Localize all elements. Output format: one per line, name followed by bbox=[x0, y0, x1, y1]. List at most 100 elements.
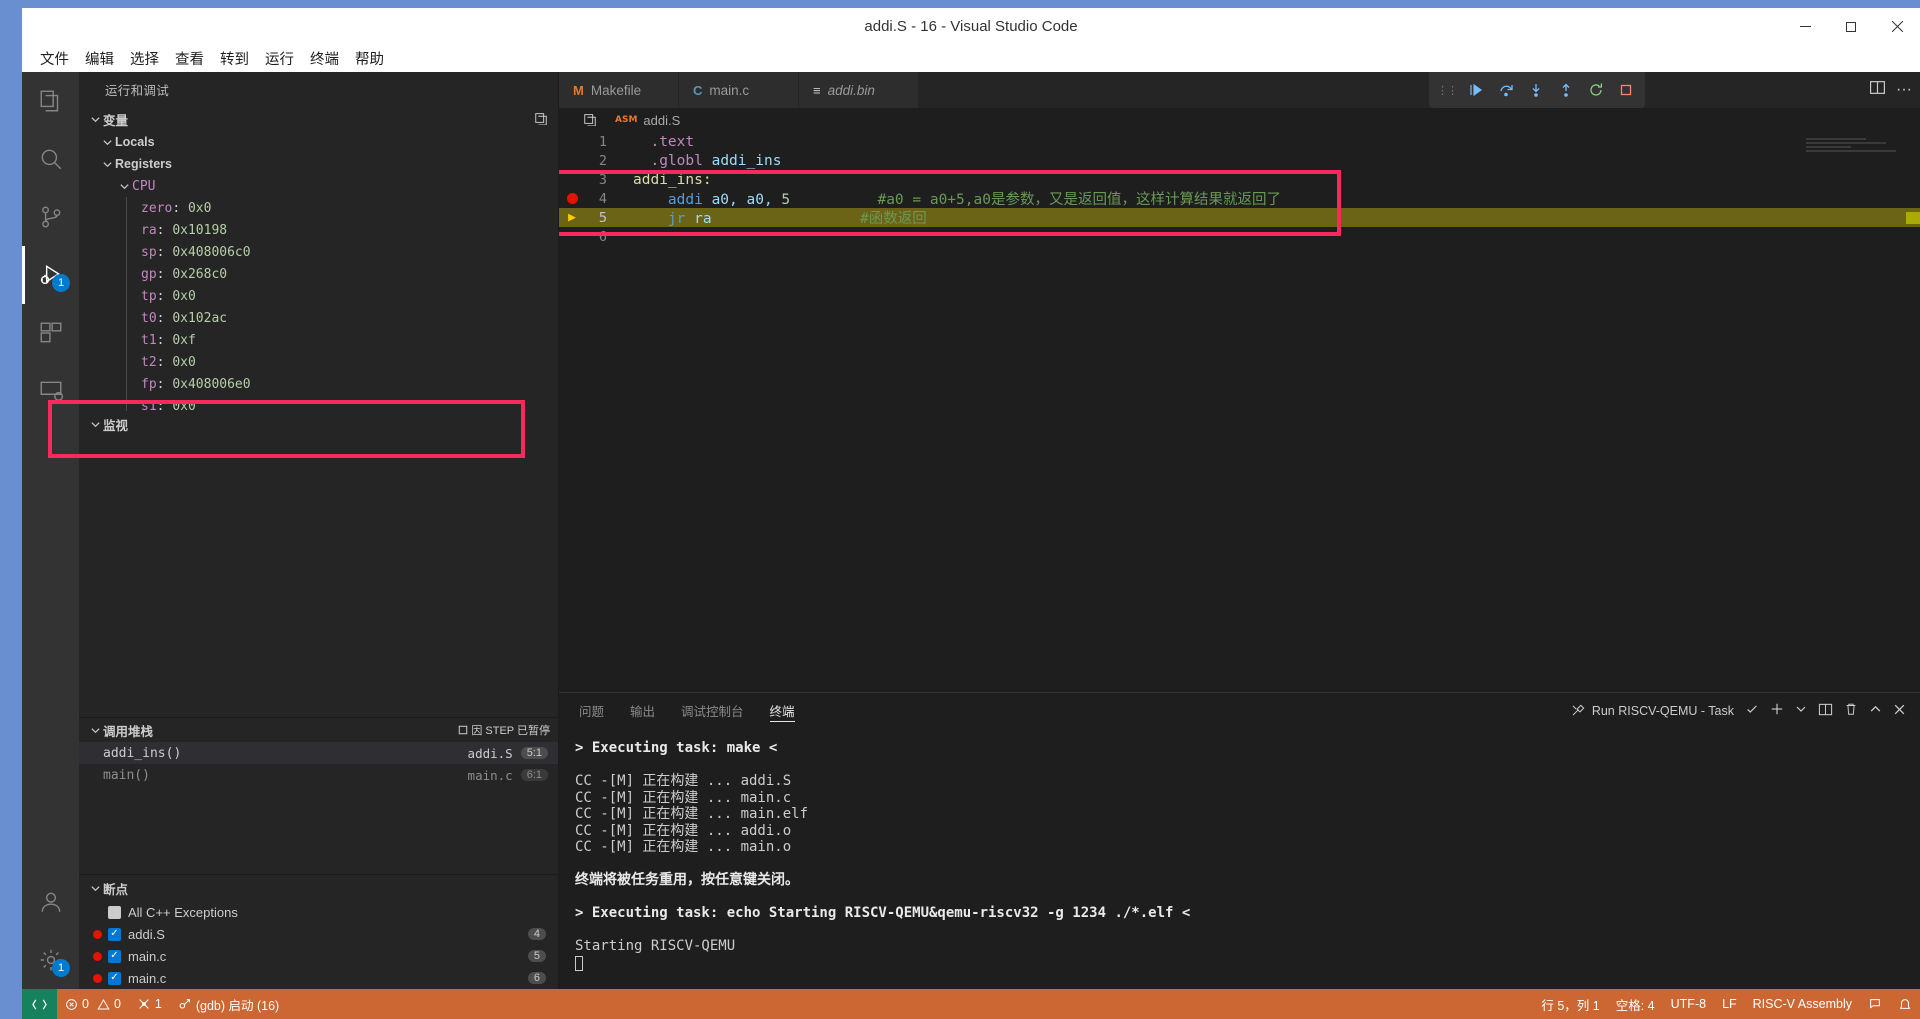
run-debug-icon[interactable]: 1 bbox=[22, 246, 79, 304]
gutter-glyph[interactable]: ▶ bbox=[559, 210, 585, 225]
panel-tab[interactable]: 输出 bbox=[630, 693, 655, 728]
breakpoint-row[interactable]: ✓ main.c 6 bbox=[79, 967, 558, 989]
close-panel-button[interactable] bbox=[1893, 703, 1906, 719]
panel-tab[interactable]: 调试控制台 bbox=[681, 693, 744, 728]
terminal-output[interactable]: > Executing task: make < CC -[M] 正在构建 ..… bbox=[559, 728, 1920, 989]
editor-tab[interactable]: ≡ addi.bin bbox=[799, 72, 919, 108]
register-row[interactable]: t0: 0x102ac bbox=[79, 307, 558, 329]
callstack-row[interactable]: main() main.c 6:1 bbox=[79, 764, 558, 786]
code-line[interactable]: 3 addi_ins: bbox=[559, 170, 1920, 189]
new-terminal-button[interactable] bbox=[1770, 702, 1784, 719]
source-control-icon[interactable] bbox=[22, 188, 79, 246]
breakpoint-row[interactable]: All C++ Exceptions bbox=[79, 901, 558, 923]
language-mode-status[interactable]: RISC-V Assembly bbox=[1745, 989, 1860, 1019]
callstack-list[interactable]: addi_ins() addi.S 5:1 main() main.c 6:1 bbox=[79, 742, 558, 786]
register-group-cpu[interactable]: CPU bbox=[79, 175, 558, 197]
menu-selection[interactable]: 选择 bbox=[122, 45, 167, 72]
stop-button[interactable] bbox=[1613, 76, 1639, 104]
code-line[interactable]: 2 .globl addi_ins bbox=[559, 151, 1920, 170]
register-value: 0x0 bbox=[172, 354, 196, 370]
panel-tab[interactable]: 问题 bbox=[579, 693, 604, 728]
breadcrumb-file[interactable]: addi.S bbox=[643, 113, 680, 128]
editor-tab[interactable]: M Makefile bbox=[559, 72, 679, 108]
cursor-position-status[interactable]: 行 5，列 1 bbox=[1533, 989, 1607, 1019]
breakpoint-checkbox[interactable]: ✓ bbox=[108, 949, 121, 963]
step-out-button[interactable] bbox=[1553, 76, 1579, 104]
account-icon[interactable] bbox=[22, 873, 79, 931]
split-editor-icon[interactable] bbox=[1869, 79, 1886, 101]
variables-pane-actions-icon[interactable] bbox=[534, 111, 558, 128]
more-actions-icon[interactable]: ··· bbox=[1896, 81, 1912, 99]
extensions-icon[interactable] bbox=[22, 304, 79, 362]
breakpoint-row[interactable]: ✓ main.c 5 bbox=[79, 945, 558, 967]
register-row[interactable]: ra: 0x10198 bbox=[79, 219, 558, 241]
gutter-glyph[interactable] bbox=[559, 193, 585, 204]
breadcrumb-expand-icon[interactable] bbox=[583, 112, 597, 129]
close-button[interactable] bbox=[1874, 8, 1920, 45]
encoding-status[interactable]: UTF-8 bbox=[1663, 989, 1714, 1019]
menu-view[interactable]: 查看 bbox=[167, 45, 212, 72]
remote-explorer-icon[interactable] bbox=[22, 362, 79, 420]
code-line[interactable]: 1 .text bbox=[559, 132, 1920, 151]
debug-session-status[interactable]: (gdb) 启动 (16) bbox=[170, 989, 287, 1019]
scope-locals[interactable]: Locals bbox=[79, 131, 558, 153]
split-terminal-button[interactable] bbox=[1818, 702, 1833, 720]
menu-run[interactable]: 运行 bbox=[257, 45, 302, 72]
maximize-button[interactable] bbox=[1828, 8, 1874, 45]
callstack-row[interactable]: addi_ins() addi.S 5:1 bbox=[79, 742, 558, 764]
settings-gear-icon[interactable]: 1 bbox=[22, 931, 79, 989]
minimize-button[interactable] bbox=[1782, 8, 1828, 45]
section-variables[interactable]: 变量 bbox=[79, 107, 558, 131]
section-callstack[interactable]: 调用堆栈 因 STEP 已暂停 bbox=[79, 718, 558, 742]
code-editor[interactable]: 1 .text 2 .globl addi_ins 3 addi_ins: 4 addi… bbox=[559, 132, 1920, 692]
step-over-button[interactable] bbox=[1493, 76, 1519, 104]
variables-tree[interactable]: Locals Registers CPU zero: 0x0 ra: 0x1019… bbox=[79, 131, 558, 411]
breakpoint-glyph-icon[interactable] bbox=[566, 193, 578, 204]
ports-status[interactable]: 1 bbox=[129, 989, 170, 1019]
register-row[interactable]: t2: 0x0 bbox=[79, 351, 558, 373]
section-breakpoints[interactable]: 断点 bbox=[79, 875, 558, 901]
remote-indicator[interactable] bbox=[22, 989, 57, 1019]
kill-terminal-button[interactable] bbox=[1844, 702, 1858, 719]
chevron-down-icon[interactable] bbox=[1795, 703, 1807, 718]
menu-edit[interactable]: 编辑 bbox=[77, 45, 122, 72]
search-icon[interactable] bbox=[22, 130, 79, 188]
menu-terminal[interactable]: 终端 bbox=[302, 45, 347, 72]
register-row[interactable]: fp: 0x408006e0 bbox=[79, 373, 558, 395]
minimap[interactable] bbox=[1806, 138, 1906, 160]
eol-status[interactable]: LF bbox=[1714, 989, 1745, 1019]
register-row[interactable]: zero: 0x0 bbox=[79, 197, 558, 219]
scope-registers[interactable]: Registers bbox=[79, 153, 558, 175]
breakpoint-row[interactable]: ✓ addi.S 4 bbox=[79, 923, 558, 945]
code-line[interactable]: 6 bbox=[559, 227, 1920, 246]
menu-help[interactable]: 帮助 bbox=[347, 45, 392, 72]
breakpoint-checkbox[interactable]: ✓ bbox=[108, 971, 121, 985]
panel-tab[interactable]: 终端 bbox=[769, 693, 795, 728]
register-row[interactable]: s1: 0x0 bbox=[79, 395, 558, 411]
drag-handle-icon[interactable]: ⋮⋮ bbox=[1435, 84, 1459, 97]
code-line[interactable]: 4 addi a0, a0, 5 #a0 = a0+5,a0是参数，又是返回值，… bbox=[559, 189, 1920, 208]
terminal-task-selector[interactable]: Run RISCV-QEMU - Task bbox=[1571, 703, 1734, 718]
register-row[interactable]: gp: 0x268c0 bbox=[79, 263, 558, 285]
maximize-panel-button[interactable] bbox=[1869, 703, 1882, 719]
section-watch[interactable]: 监视 bbox=[79, 411, 558, 437]
step-into-button[interactable] bbox=[1523, 76, 1549, 104]
breakpoints-list[interactable]: All C++ Exceptions ✓ addi.S 4 ✓ main.c 5 ✓ main.… bbox=[79, 901, 558, 989]
breakpoint-checkbox[interactable] bbox=[108, 905, 121, 919]
menu-go[interactable]: 转到 bbox=[212, 45, 257, 72]
explorer-icon[interactable] bbox=[22, 72, 79, 130]
register-row[interactable]: tp: 0x0 bbox=[79, 285, 558, 307]
editor-tab[interactable]: Cmain.c bbox=[679, 72, 799, 108]
feedback-icon[interactable] bbox=[1860, 989, 1890, 1019]
menu-file[interactable]: 文件 bbox=[32, 45, 77, 72]
breakpoint-checkbox[interactable]: ✓ bbox=[108, 927, 121, 941]
indentation-status[interactable]: 空格: 4 bbox=[1608, 989, 1663, 1019]
problems-status[interactable]: 0 0 bbox=[57, 989, 129, 1019]
minimap-slider[interactable] bbox=[1906, 212, 1920, 224]
notifications-bell-icon[interactable] bbox=[1890, 989, 1920, 1019]
continue-button[interactable] bbox=[1463, 76, 1489, 104]
register-row[interactable]: t1: 0xf bbox=[79, 329, 558, 351]
restart-button[interactable] bbox=[1583, 76, 1609, 104]
code-line[interactable]: ▶ 5 jr ra #函数返回 bbox=[559, 208, 1920, 227]
register-row[interactable]: sp: 0x408006c0 bbox=[79, 241, 558, 263]
